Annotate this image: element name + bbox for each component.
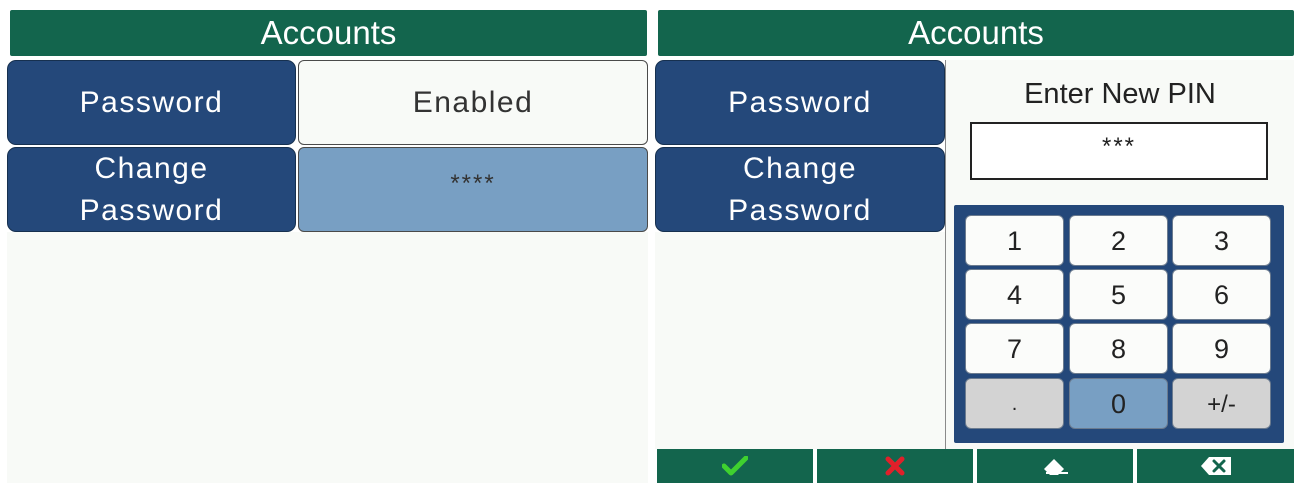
key-1[interactable]: 1: [965, 215, 1064, 266]
pin-prompt: Enter New PIN: [1024, 78, 1216, 110]
password-button[interactable]: Password: [655, 60, 945, 145]
password-button[interactable]: Password: [7, 60, 296, 145]
key-8[interactable]: 8: [1069, 323, 1168, 374]
page-title: Accounts: [658, 10, 1294, 56]
key-3[interactable]: 3: [1172, 215, 1271, 266]
cross-icon: [885, 456, 905, 476]
change-password-label-line1: Change: [94, 151, 209, 185]
change-password-label-line2: Password: [79, 193, 224, 227]
change-password-label-line2: Password: [728, 193, 872, 227]
key-7[interactable]: 7: [965, 323, 1064, 374]
masked-password-text: ****: [450, 170, 496, 197]
backspace-button[interactable]: [1137, 449, 1294, 483]
accounts-panel-left: Accounts Password Enabled Change Passwor…: [0, 0, 650, 483]
password-label: Password: [728, 85, 872, 119]
confirm-button[interactable]: [657, 449, 813, 483]
change-password-button[interactable]: Change Password: [7, 147, 296, 232]
cancel-button[interactable]: [817, 449, 973, 483]
pin-entry-dialog: Enter New PIN *** 1 2 3 4 5 6 7 8 9 . 0 …: [945, 60, 1294, 449]
numeric-keypad: 1 2 3 4 5 6 7 8 9 . 0 +/-: [954, 205, 1284, 443]
eraser-icon: [1044, 459, 1068, 475]
change-password-button[interactable]: Change Password: [655, 147, 945, 232]
footer-toolbar: [655, 449, 1294, 483]
key-5[interactable]: 5: [1069, 269, 1168, 320]
empty-content-area: [655, 232, 945, 449]
change-password-value[interactable]: ****: [298, 147, 648, 232]
pin-input-field[interactable]: ***: [970, 122, 1268, 180]
password-status-value[interactable]: Enabled: [298, 60, 648, 145]
password-label: Password: [79, 85, 224, 119]
check-icon: [722, 456, 748, 476]
empty-content-area: [7, 232, 648, 483]
key-0[interactable]: 0: [1069, 378, 1168, 429]
key-4[interactable]: 4: [965, 269, 1064, 320]
key-plus-minus[interactable]: +/-: [1172, 378, 1271, 429]
clear-button[interactable]: [977, 449, 1133, 483]
page-title: Accounts: [10, 10, 647, 56]
key-2[interactable]: 2: [1069, 215, 1168, 266]
backspace-icon: [1200, 457, 1231, 475]
key-decimal[interactable]: .: [965, 378, 1064, 429]
accounts-panel-right: Accounts Password Change Password Enter …: [655, 0, 1294, 483]
key-9[interactable]: 9: [1172, 323, 1271, 374]
change-password-label-line1: Change: [742, 151, 858, 185]
key-6[interactable]: 6: [1172, 269, 1271, 320]
password-status-text: Enabled: [412, 85, 534, 119]
